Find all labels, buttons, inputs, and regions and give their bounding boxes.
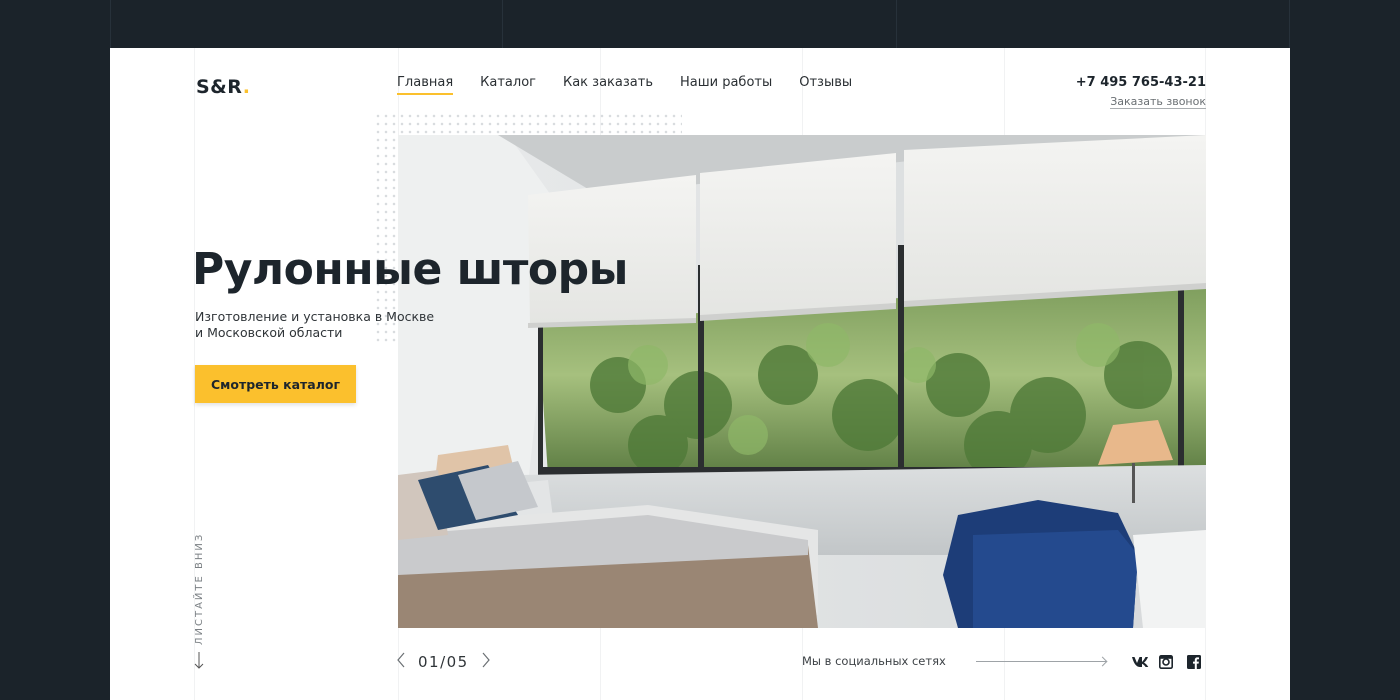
bedroom-illustration — [398, 135, 1206, 628]
contact-block: +7 495 765-43-21 Заказать звонок — [1076, 75, 1206, 109]
main-nav: Главная Каталог Как заказать Наши работы… — [397, 75, 879, 95]
view-catalog-button[interactable]: Смотреть каталог — [195, 365, 356, 403]
social-icons — [1131, 654, 1201, 669]
slide-counter: 01/05 — [418, 653, 469, 671]
social-block: Мы в социальных сетях — [802, 654, 1201, 669]
hero-subtitle: Изготовление и установка в Москве и Моск… — [195, 309, 455, 341]
landing-page: S&R. Главная Каталог Как заказать Наши р… — [110, 48, 1290, 700]
instagram-icon[interactable] — [1158, 654, 1173, 669]
facebook-icon[interactable] — [1186, 654, 1201, 669]
chevron-right-icon[interactable] — [481, 652, 491, 672]
bg-divider — [1289, 0, 1290, 48]
social-label: Мы в социальных сетях — [802, 654, 946, 668]
nav-item-our-works[interactable]: Наши работы — [680, 75, 772, 95]
bg-divider — [896, 0, 897, 48]
hero-subtitle-line: Изготовление и установка в Москве — [195, 309, 435, 324]
slider-controls: 01/05 — [396, 652, 491, 672]
nav-item-home[interactable]: Главная — [397, 75, 454, 95]
logo-dot: . — [242, 76, 251, 98]
hero-title: Рулонные шторы — [192, 244, 628, 295]
phone-number[interactable]: +7 495 765-43-21 — [1076, 75, 1206, 90]
nav-item-catalog[interactable]: Каталог — [480, 75, 536, 95]
callback-link[interactable]: Заказать звонок — [1110, 95, 1206, 109]
nav-item-how-to-order[interactable]: Как заказать — [563, 75, 653, 95]
chevron-left-icon[interactable] — [396, 652, 406, 672]
hero-image — [398, 135, 1206, 628]
logo[interactable]: S&R. — [196, 76, 250, 98]
hero-subtitle-line: и Московской области — [195, 325, 343, 340]
nav-item-reviews[interactable]: Отзывы — [799, 75, 852, 95]
bg-divider — [110, 0, 111, 48]
arrow-down-icon[interactable] — [194, 652, 204, 674]
arrow-right-icon — [975, 660, 1106, 662]
scroll-down-label[interactable]: ЛИСТАЙТЕ ВНИЗ — [194, 533, 205, 645]
bg-divider — [502, 0, 503, 48]
vk-icon[interactable] — [1131, 654, 1149, 668]
logo-text: S&R — [196, 76, 243, 98]
